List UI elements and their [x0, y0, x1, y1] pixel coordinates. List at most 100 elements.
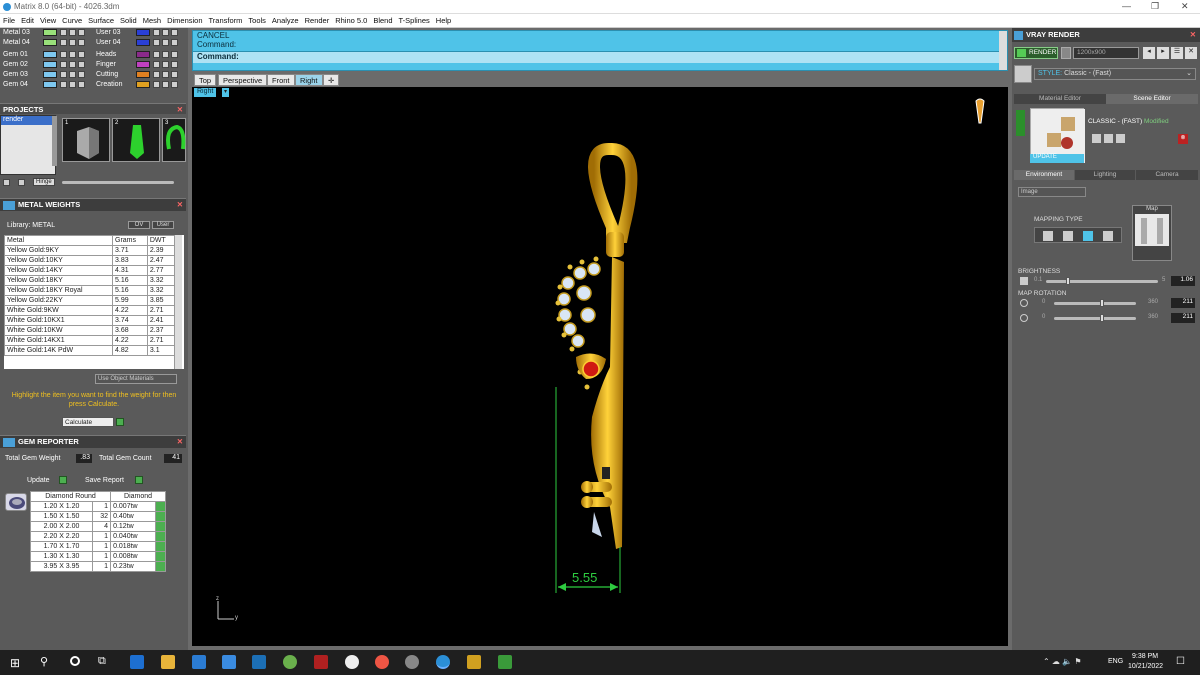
- layer-color-swatch[interactable]: [136, 39, 150, 46]
- command-scrollbar[interactable]: [999, 31, 1007, 70]
- rotation-slider-1[interactable]: [1054, 302, 1136, 305]
- layer-color-swatch[interactable]: [43, 71, 57, 78]
- brightness-value[interactable]: 1.06: [1171, 276, 1195, 286]
- rotation-value-2[interactable]: 211: [1171, 313, 1195, 323]
- tab-camera[interactable]: Camera: [1136, 170, 1198, 180]
- layer-options-icon[interactable]: [78, 51, 85, 58]
- matrix-icon[interactable]: [436, 655, 450, 669]
- brightness-slider[interactable]: [1046, 280, 1158, 283]
- edge-icon[interactable]: [130, 655, 144, 669]
- load-preset-icon[interactable]: [1104, 134, 1113, 143]
- lock-icon[interactable]: [162, 29, 169, 36]
- add-project-button[interactable]: [3, 179, 10, 186]
- layer-color-swatch[interactable]: [43, 61, 57, 68]
- rhino-icon[interactable]: [405, 655, 419, 669]
- close-icon[interactable]: ✕: [177, 199, 183, 210]
- save-go-icon[interactable]: [135, 476, 143, 484]
- calculate-go-icon[interactable]: [116, 418, 124, 426]
- menu-item-tools[interactable]: Tools: [245, 14, 269, 25]
- photos-icon[interactable]: [252, 655, 266, 669]
- metal-row[interactable]: Yellow Gold:9KY 3.71 2.39: [4, 245, 177, 256]
- eye-icon[interactable]: [153, 71, 160, 78]
- menu-item-help[interactable]: Help: [433, 14, 454, 25]
- lock-icon[interactable]: [162, 61, 169, 68]
- lock-icon[interactable]: [162, 39, 169, 46]
- eye-icon[interactable]: [153, 29, 160, 36]
- menu-item-solid[interactable]: Solid: [117, 14, 140, 25]
- render-button[interactable]: RENDER: [1014, 47, 1058, 59]
- layer-options-icon[interactable]: [78, 39, 85, 46]
- tab-perspective[interactable]: Perspective: [218, 74, 268, 86]
- layer-options-icon[interactable]: [171, 61, 178, 68]
- menu-item-t-splines[interactable]: T-Splines: [396, 14, 433, 25]
- layer-row[interactable]: Metal 03: [3, 28, 95, 37]
- layer-options-icon[interactable]: [171, 39, 178, 46]
- layer-row[interactable]: Gem 03: [3, 70, 95, 79]
- lock-icon[interactable]: [69, 61, 76, 68]
- metal-col-header[interactable]: Metal: [4, 235, 113, 246]
- search-icon[interactable]: ⚲: [40, 655, 48, 668]
- gem-select-icon[interactable]: [155, 531, 166, 542]
- rotation-slider-2[interactable]: [1054, 317, 1136, 320]
- layer-color-swatch[interactable]: [43, 51, 57, 58]
- metal-row[interactable]: Yellow Gold:14KY 4.31 2.77: [4, 265, 177, 276]
- metal-row[interactable]: Yellow Gold:18KY Royal 5.16 3.32: [4, 285, 177, 296]
- windows-start-icon[interactable]: ⊞: [10, 656, 20, 670]
- gem-row[interactable]: 1.50 X 1.50 32 0.40tw: [29, 511, 166, 522]
- eye-icon[interactable]: [153, 51, 160, 58]
- zoom-icon[interactable]: [345, 655, 359, 669]
- lock-icon[interactable]: [69, 71, 76, 78]
- metal-row[interactable]: White Gold:9KW 4.22 2.71: [4, 305, 177, 316]
- metal-col-header[interactable]: DWT: [146, 235, 177, 246]
- project-thumb-3[interactable]: 3: [162, 118, 186, 162]
- gem-select-icon[interactable]: [155, 511, 166, 522]
- layer-color-swatch[interactable]: [136, 61, 150, 68]
- use-object-materials-select[interactable]: Use Object Materials: [95, 374, 177, 384]
- layer-row[interactable]: Gem 04: [3, 80, 95, 89]
- close-icon[interactable]: ✕: [177, 104, 183, 115]
- gem-select-icon[interactable]: [155, 541, 166, 552]
- eye-icon[interactable]: [153, 81, 160, 88]
- menu-item-curve[interactable]: Curve: [59, 14, 85, 25]
- mapping-box-icon[interactable]: [1063, 231, 1073, 241]
- metal-row[interactable]: White Gold:10KX1 3.74 2.41: [4, 315, 177, 326]
- mapping-cylinder-icon[interactable]: [1083, 231, 1093, 241]
- layer-options-icon[interactable]: [78, 61, 85, 68]
- metal-row[interactable]: Yellow Gold:22KY 5.99 3.85: [4, 295, 177, 306]
- eye-icon[interactable]: [153, 39, 160, 46]
- layer-row[interactable]: Metal 04: [3, 38, 95, 47]
- layer-row[interactable]: Creation: [96, 80, 188, 89]
- command-input[interactable]: Command:: [193, 51, 1007, 63]
- mail-icon[interactable]: [222, 655, 236, 669]
- metal-row[interactable]: Yellow Gold:10KY 3.83 2.47: [4, 255, 177, 266]
- eye-icon[interactable]: [153, 61, 160, 68]
- lock-icon[interactable]: [69, 29, 76, 36]
- clock-time[interactable]: 9:38 PM: [1132, 653, 1158, 660]
- minimize-icon[interactable]: —: [1122, 1, 1131, 11]
- gem-row[interactable]: 1.20 X 1.20 1 0.007tw: [29, 501, 166, 512]
- layer-options-icon[interactable]: [78, 29, 85, 36]
- layer-row[interactable]: Gem 02: [3, 60, 95, 69]
- prev-icon[interactable]: ◂: [1143, 47, 1155, 59]
- gem-select-icon[interactable]: [155, 561, 166, 572]
- layer-color-swatch[interactable]: [43, 39, 57, 46]
- add-tab-button[interactable]: ✛: [323, 74, 340, 86]
- resolution-icon[interactable]: [1061, 47, 1071, 59]
- gem-row[interactable]: 1.30 X 1.30 1 0.008tw: [29, 551, 166, 562]
- gem-select-icon[interactable]: [155, 551, 166, 562]
- camera-marker-icon[interactable]: [972, 95, 988, 127]
- language-indicator[interactable]: ENG: [1108, 658, 1123, 665]
- layer-row[interactable]: Gem 01: [3, 50, 95, 59]
- resolution-field[interactable]: 1200x900: [1073, 47, 1139, 59]
- lock-icon[interactable]: [162, 71, 169, 78]
- app-gem-icon[interactable]: [498, 655, 512, 669]
- app-green-icon[interactable]: [283, 655, 297, 669]
- menu-item-analyze[interactable]: Analyze: [269, 14, 302, 25]
- lock-icon[interactable]: [162, 51, 169, 58]
- scrollbar[interactable]: [52, 116, 57, 166]
- metal-row[interactable]: Yellow Gold:18KY 5.16 3.32: [4, 275, 177, 286]
- tab-top[interactable]: Top: [194, 74, 217, 86]
- layer-options-icon[interactable]: [78, 81, 85, 88]
- maximize-icon[interactable]: ❐: [1151, 1, 1159, 12]
- menu-item-view[interactable]: View: [37, 14, 59, 25]
